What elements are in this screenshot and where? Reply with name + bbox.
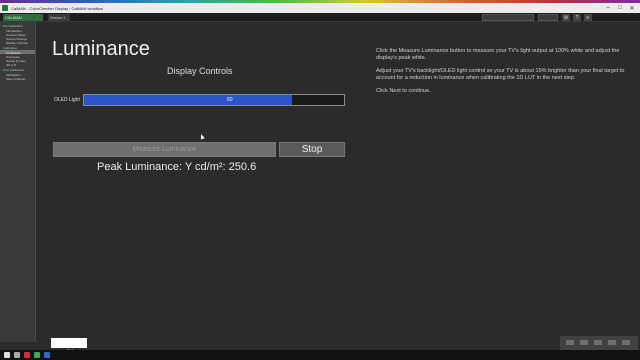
app-taskbar-icon[interactable] xyxy=(24,352,30,358)
source-selector[interactable] xyxy=(482,14,534,21)
instruction-text: Adjust your TV's backlight/OLED light co… xyxy=(376,68,625,81)
menu-icon[interactable]: ≡ xyxy=(584,14,592,21)
workflow-sidebar: Pre-Calibration Introduction Connect Met… xyxy=(0,22,36,342)
tray-icon[interactable] xyxy=(622,340,630,345)
tray-icon[interactable] xyxy=(608,340,616,345)
window-title: CalMAN - ColorChecker Display / CalMAN w… xyxy=(11,5,104,11)
brand-logo: CALMAN xyxy=(3,14,43,21)
instruction-text: Click Next to continue. xyxy=(376,88,431,94)
start-icon[interactable] xyxy=(4,352,10,358)
title-bar: CalMAN - ColorChecker Display / CalMAN w… xyxy=(0,3,640,13)
oled-light-fill xyxy=(84,95,292,105)
stop-button[interactable]: Stop xyxy=(279,142,345,157)
tray-icon[interactable] xyxy=(594,340,602,345)
oled-light-slider[interactable]: 80 xyxy=(83,94,345,106)
page-title: Luminance xyxy=(52,38,150,60)
close-icon[interactable]: ✕ xyxy=(626,3,638,13)
app-icon xyxy=(2,5,8,11)
mouse-cursor-icon xyxy=(199,133,205,140)
next-button[interactable] xyxy=(51,338,87,348)
measure-luminance-button[interactable]: Measure Luminance xyxy=(53,142,276,157)
maximize-icon[interactable]: □ xyxy=(614,3,626,13)
peak-luminance-readout: Peak Luminance: Y cd/m²: 250.6 xyxy=(97,161,257,173)
meter-selector[interactable] xyxy=(538,14,558,21)
tray-icon[interactable] xyxy=(580,340,588,345)
window-controls: – □ ✕ xyxy=(602,3,638,13)
settings-icon[interactable]: ⚙ xyxy=(562,14,570,21)
session-tab[interactable]: Session 1 xyxy=(48,14,70,21)
oled-light-label: OLED Light xyxy=(54,97,80,103)
search-icon[interactable] xyxy=(14,352,20,358)
sidebar-item-save-report[interactable]: Save & Report xyxy=(0,76,35,81)
app-taskbar-icon[interactable] xyxy=(34,352,40,358)
taskbar xyxy=(0,350,640,360)
help-icon[interactable]: ? xyxy=(573,14,581,21)
section-heading: Display Controls xyxy=(167,66,233,76)
app-taskbar-icon[interactable] xyxy=(44,352,50,358)
tray-icon[interactable] xyxy=(566,340,574,345)
minimize-icon[interactable]: – xyxy=(602,3,614,13)
instructions-panel: Click the Measure Luminance button to me… xyxy=(376,48,638,101)
oled-light-value: 80 xyxy=(227,97,233,103)
toolbar: CALMAN Session 1 ⚙ ? ≡ xyxy=(0,13,640,22)
instruction-text: Click the Measure Luminance button to me… xyxy=(376,48,620,61)
